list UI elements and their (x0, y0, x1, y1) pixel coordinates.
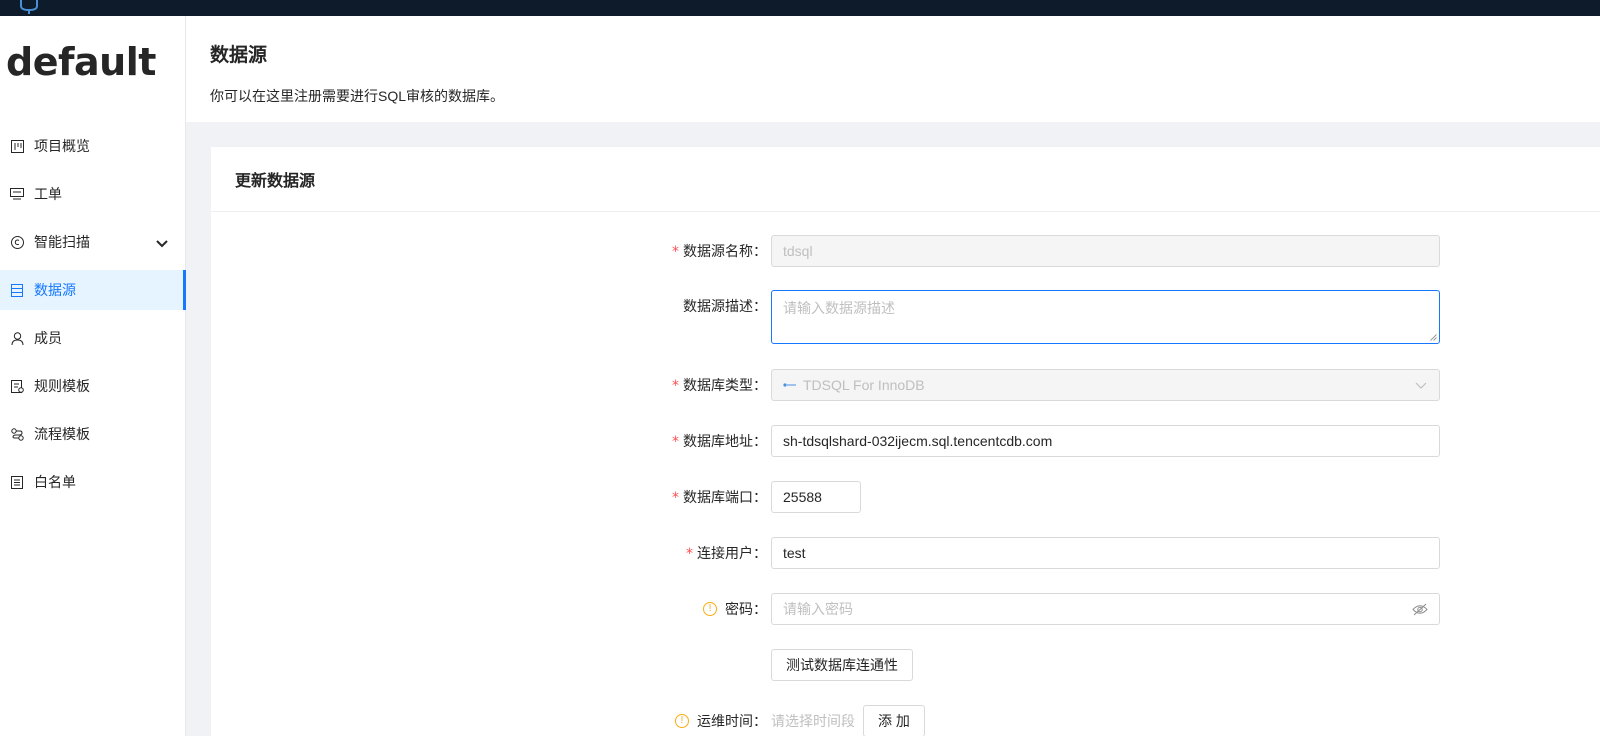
db-port-label: * 数据库端口： (672, 489, 767, 506)
database-icon (10, 283, 24, 297)
update-datasource-card: 更新数据源 * 数据源名称： tdsql 数据源描述： 请输入数据源描述 * 数据库… (211, 147, 1600, 736)
sidebar-item-label: 规则模板 (34, 378, 90, 394)
divider (211, 211, 1600, 212)
sidebar-item-workflow-template[interactable]: 流程模板 (0, 414, 186, 454)
sidebar-item-members[interactable]: 成员 (0, 318, 186, 358)
datasource-name-input: tdsql (771, 235, 1440, 267)
db-type-label: * 数据库类型： (672, 377, 767, 394)
chevron-down-icon[interactable] (156, 235, 168, 251)
required-mark: * (672, 378, 679, 394)
sidebar-item-rule-template[interactable]: 规则模板 (0, 366, 186, 406)
sidebar-item-label: 智能扫描 (34, 234, 90, 250)
sidebar: default 项目概览 工单 智能扫描 数据源 成员 规则模板 流程模板 白名… (0, 16, 186, 736)
test-connection-button[interactable]: 测试数据库连通性 (771, 649, 913, 681)
maintenance-time-label: ! 运维时间： (567, 705, 767, 736)
datasource-desc-textarea[interactable]: 请输入数据源描述 (771, 290, 1440, 344)
required-mark: * (672, 434, 679, 450)
db-type-select: TDSQL For InnoDB (771, 369, 1440, 401)
db-host-label: * 数据库地址： (672, 433, 767, 450)
whitelist-icon (10, 475, 24, 489)
sidebar-item-label: 工单 (34, 186, 62, 202)
sidebar-item-label: 成员 (34, 330, 62, 346)
page-header: 数据源 你可以在这里注册需要进行SQL审核的数据库。 (186, 16, 1600, 122)
sidebar-item-label: 白名单 (34, 474, 76, 490)
rule-template-icon (10, 379, 24, 393)
datasource-desc-label: 数据源描述： (683, 298, 767, 314)
db-port-input[interactable]: 25588 (771, 481, 861, 513)
project-name: default (6, 40, 156, 84)
sidebar-item-project-overview[interactable]: 项目概览 (0, 126, 186, 166)
db-user-label: * 连接用户： (686, 545, 767, 562)
sidebar-item-label: 项目概览 (34, 138, 90, 154)
scan-icon (10, 235, 24, 249)
info-warning-icon[interactable]: ! (675, 714, 689, 729)
workflow-template-icon (10, 427, 24, 441)
password-input[interactable]: 请输入密码 (771, 593, 1440, 625)
eye-invisible-icon[interactable] (1412, 603, 1428, 616)
sidebar-nav: 项目概览 工单 智能扫描 数据源 成员 规则模板 流程模板 白名单 (0, 126, 186, 510)
project-overview-icon (10, 139, 24, 153)
required-mark: * (672, 244, 679, 260)
sidebar-item-order[interactable]: 工单 (0, 174, 186, 214)
info-warning-icon[interactable]: ! (703, 602, 717, 617)
page-title: 数据源 (210, 45, 268, 66)
datasource-name-label: * 数据源名称： (672, 243, 767, 260)
db-user-input[interactable]: test (771, 537, 1440, 569)
sidebar-item-smart-scan[interactable]: 智能扫描 (0, 222, 186, 262)
order-icon (10, 187, 24, 201)
password-label: ! 密码： (567, 593, 767, 625)
sidebar-item-label: 数据源 (34, 282, 76, 298)
logo-icon[interactable] (18, 0, 40, 14)
card-title: 更新数据源 (235, 173, 316, 190)
sidebar-item-whitelist[interactable]: 白名单 (0, 462, 186, 502)
user-icon (10, 331, 24, 345)
page-description: 你可以在这里注册需要进行SQL审核的数据库。 (210, 88, 505, 104)
sidebar-item-label: 流程模板 (34, 426, 90, 442)
sidebar-item-datasource[interactable]: 数据源 (0, 270, 186, 310)
resize-handle-icon[interactable] (1430, 334, 1437, 341)
tdsql-logo-icon (783, 383, 796, 387)
add-time-button[interactable]: 添 加 (863, 705, 925, 736)
top-navbar (0, 0, 1600, 16)
required-mark: * (686, 546, 693, 562)
db-host-input[interactable]: sh-tdsqlshard-032ijecm.sql.tencentcdb.co… (771, 425, 1440, 457)
maintenance-time-placeholder: 请选择时间段 (771, 713, 855, 729)
chevron-down-icon (1415, 382, 1427, 389)
required-mark: * (672, 490, 679, 506)
